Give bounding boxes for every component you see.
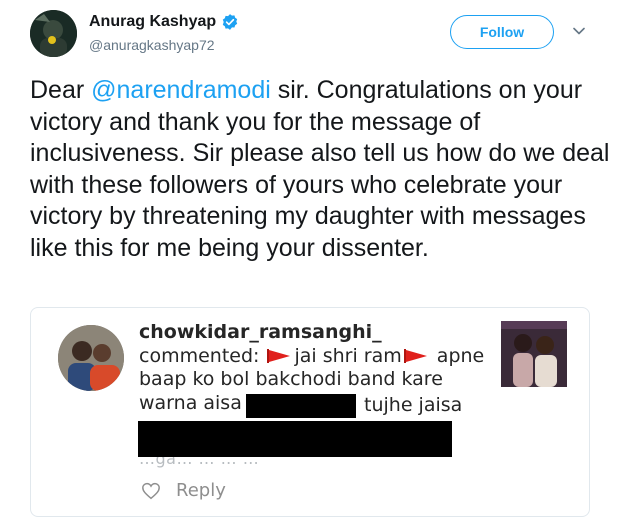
tweet-text-prefix: Dear [30, 76, 92, 104]
post-photo-thumbnail [501, 321, 567, 387]
reply-button[interactable]: Reply [176, 480, 226, 501]
author-name-row: Anurag Kashyap [89, 13, 239, 31]
author-handle[interactable]: @anuragkashyap72 [89, 37, 215, 53]
group-photo-icon [501, 321, 567, 387]
redaction-bar [246, 394, 356, 418]
attached-comment-screenshot[interactable]: chowkidar_ramsanghi_ commented: jai shri… [30, 307, 590, 517]
author-avatar[interactable] [30, 10, 77, 57]
commenter-photo-icon [58, 325, 124, 391]
author-display-name[interactable]: Anurag Kashyap [89, 13, 216, 31]
saffron-flag-icon [403, 348, 427, 363]
follow-button[interactable]: Follow [450, 15, 554, 49]
mention-link[interactable]: @narendramodi [91, 76, 271, 104]
commenter-username[interactable]: chowkidar_ramsanghi_ [139, 321, 499, 345]
saffron-flag-icon [267, 348, 291, 363]
commented-label: commented: [139, 344, 260, 367]
verified-badge-icon [221, 13, 239, 31]
comment-flag-text: jai shri ram [294, 344, 402, 367]
comment-after-redaction: tujhe jaisa [364, 394, 463, 416]
tweet-text: Dear @narendramodi sir. Congratulations … [30, 75, 615, 264]
chevron-down-icon[interactable] [573, 27, 585, 35]
redaction-bar [138, 421, 452, 457]
heart-icon[interactable] [141, 482, 161, 500]
comment-actions: Reply [141, 480, 226, 501]
commenter-avatar [58, 325, 124, 391]
profile-photo-icon [30, 10, 77, 57]
